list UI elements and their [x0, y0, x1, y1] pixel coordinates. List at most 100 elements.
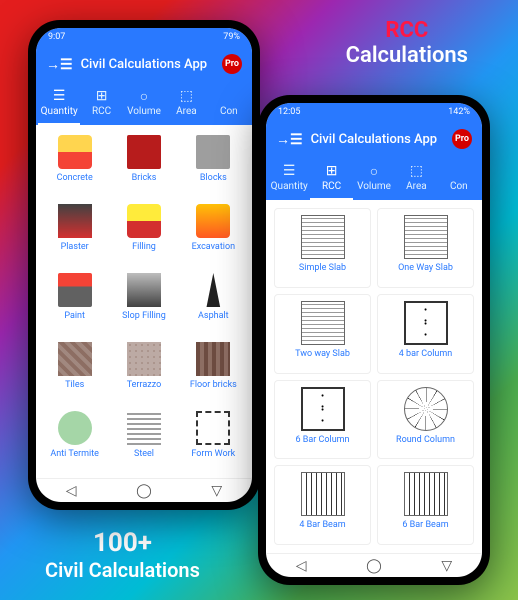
tabs: ☰Quantity⊞RCC○ Volume ⬚ Area Con: [266, 157, 482, 200]
item-label: Plaster: [42, 242, 107, 252]
tab-icon: ⊞: [310, 163, 352, 179]
item-label: Steel: [111, 449, 176, 459]
tab-volume[interactable]: ○ Volume: [353, 157, 395, 200]
item-icon: [58, 204, 92, 238]
item-icon: [127, 204, 161, 238]
item-6-bar-column[interactable]: 6 Bar Column: [274, 380, 371, 460]
nav-recent-icon[interactable]: ▽: [441, 558, 452, 574]
item-icon: [404, 301, 448, 345]
item-icon: [301, 301, 345, 345]
item-round-column[interactable]: Round Column: [377, 380, 474, 460]
nav-recent-icon[interactable]: ▽: [211, 483, 222, 499]
item-icon: [127, 411, 161, 445]
item-label: Round Column: [384, 435, 467, 445]
item-plaster[interactable]: Plaster: [42, 200, 107, 265]
phone-rcc: 12:05 142% →☰ Civil Calculations App Pro…: [258, 95, 490, 585]
item-concrete[interactable]: Concrete: [42, 131, 107, 196]
item-label: Asphalt: [181, 311, 246, 321]
statusbar: 12:05 142%: [266, 103, 482, 121]
item-floor-bricks[interactable]: Floor bricks: [181, 338, 246, 403]
rcc-grid: Simple Slab One Way Slab Two way Slab 4 bar…: [266, 200, 482, 553]
pro-badge[interactable]: Pro: [222, 54, 242, 74]
tab-label: RCC: [92, 106, 111, 117]
tab-quantity[interactable]: ☰Quantity: [268, 157, 310, 200]
item-label: Tiles: [42, 380, 107, 390]
tab-area[interactable]: ⬚ Area: [395, 157, 437, 200]
tab-label: Quantity: [271, 181, 308, 192]
app-title: Civil Calculations App: [311, 132, 444, 147]
nav-back-icon[interactable]: ◁: [296, 558, 307, 574]
tabs: ☰Quantity⊞RCC○Volume⬚ Area Con: [36, 82, 252, 125]
item-label: Excavation: [181, 242, 246, 252]
tab-icon: ⬚: [165, 88, 207, 104]
tab-volume[interactable]: ○Volume: [123, 82, 165, 125]
item-excavation[interactable]: Excavation: [181, 200, 246, 265]
item-label: One Way Slab: [384, 263, 467, 273]
item-two-way-slab[interactable]: Two way Slab: [274, 294, 371, 374]
item-icon: [58, 342, 92, 376]
app-header: →☰ Civil Calculations App Pro: [266, 121, 482, 157]
nav-home-icon[interactable]: ◯: [366, 558, 382, 574]
item-anti-termite[interactable]: Anti Termite: [42, 407, 107, 472]
item-one-way-slab[interactable]: One Way Slab: [377, 208, 474, 288]
item-icon: [58, 273, 92, 307]
item-form-work[interactable]: Form Work: [181, 407, 246, 472]
tab-icon: ○: [353, 163, 395, 179]
item-label: 4 Bar Beam: [281, 520, 364, 530]
item-label: Terrazzo: [111, 380, 176, 390]
promo-bottom: 100+ Civil Calculations: [45, 528, 200, 582]
tab-icon: ⬚: [395, 163, 437, 179]
item-6-bar-beam[interactable]: 6 Bar Beam: [377, 465, 474, 545]
item-icon: [301, 215, 345, 259]
tab-label: Area: [406, 181, 427, 192]
item-icon: [301, 472, 345, 516]
item-filling[interactable]: Filling: [111, 200, 176, 265]
item-icon: [404, 387, 448, 431]
tab-con[interactable]: Con: [208, 82, 250, 125]
nav-home-icon[interactable]: ◯: [136, 483, 152, 499]
item-simple-slab[interactable]: Simple Slab: [274, 208, 371, 288]
item-tiles[interactable]: Tiles: [42, 338, 107, 403]
status-time: 9:07: [48, 32, 65, 42]
item-icon: [196, 273, 230, 307]
item-steel[interactable]: Steel: [111, 407, 176, 472]
item-4-bar-beam[interactable]: 4 Bar Beam: [274, 465, 371, 545]
tab-quantity[interactable]: ☰Quantity: [38, 82, 80, 125]
tab-label: Con: [220, 106, 238, 117]
item-icon: [58, 135, 92, 169]
menu-icon[interactable]: →☰: [276, 131, 303, 148]
tab-label: Area: [176, 106, 197, 117]
tab-area[interactable]: ⬚ Area: [165, 82, 207, 125]
phone-quantity: 9:07 79% →☰ Civil Calculations App Pro ☰…: [28, 20, 260, 510]
item-icon: [404, 472, 448, 516]
item-bricks[interactable]: Bricks: [111, 131, 176, 196]
menu-icon[interactable]: →☰: [46, 56, 73, 73]
item-icon: [196, 204, 230, 238]
item-label: Two way Slab: [281, 349, 364, 359]
item-blocks[interactable]: Blocks: [181, 131, 246, 196]
item-4-bar-column[interactable]: 4 bar Column: [377, 294, 474, 374]
item-label: Anti Termite: [42, 449, 107, 459]
tab-con[interactable]: Con: [438, 157, 480, 200]
item-label: Slop Filling: [111, 311, 176, 321]
tab-icon: [208, 88, 250, 104]
item-label: Filling: [111, 242, 176, 252]
nav-back-icon[interactable]: ◁: [66, 483, 77, 499]
item-icon: [196, 135, 230, 169]
item-label: Form Work: [181, 449, 246, 459]
tab-rcc[interactable]: ⊞RCC: [80, 82, 122, 125]
item-label: 6 Bar Beam: [384, 520, 467, 530]
item-label: Paint: [42, 311, 107, 321]
tab-label: Con: [450, 181, 468, 192]
pro-badge[interactable]: Pro: [452, 129, 472, 149]
tab-icon: ○: [123, 88, 165, 104]
item-slop-filling[interactable]: Slop Filling: [111, 269, 176, 334]
item-icon: [196, 342, 230, 376]
item-asphalt[interactable]: Asphalt: [181, 269, 246, 334]
tab-rcc[interactable]: ⊞RCC: [310, 157, 352, 200]
item-paint[interactable]: Paint: [42, 269, 107, 334]
item-terrazzo[interactable]: Terrazzo: [111, 338, 176, 403]
app-header: →☰ Civil Calculations App Pro: [36, 46, 252, 82]
tab-label: Volume: [357, 181, 391, 192]
item-icon: [404, 215, 448, 259]
